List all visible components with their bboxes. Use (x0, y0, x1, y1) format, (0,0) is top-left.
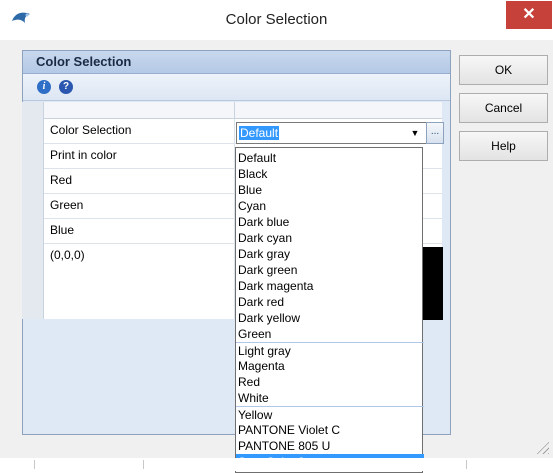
dropdown-option[interactable]: White (236, 390, 424, 406)
dropdown-option[interactable]: Black (236, 166, 424, 182)
cancel-button[interactable]: Cancel (459, 93, 548, 123)
title-bar: Color Selection ✕ (0, 0, 553, 40)
dropdown-option[interactable]: Dark magenta (236, 278, 424, 294)
dropdown-option[interactable]: PANTONE Violet C (236, 422, 424, 438)
window-title: Color Selection (225, 11, 328, 28)
property-name: Print in color (50, 148, 117, 162)
panel-header: Color Selection (23, 51, 450, 74)
property-name: Blue (50, 223, 75, 237)
dropdown-option[interactable]: Cyan (236, 198, 424, 214)
dropdown-option[interactable]: Dark gray (236, 246, 424, 262)
property-name: (0,0,0) (50, 248, 85, 262)
dropdown-option[interactable]: PANTONE 805 U (236, 438, 424, 454)
panel-toolbar: i ? (23, 74, 450, 101)
chevron-down-icon[interactable]: ▼ (407, 125, 423, 141)
color-preview-swatch (421, 247, 443, 320)
color-selection-combo[interactable]: Default ▼ (236, 122, 428, 144)
dropdown-option[interactable]: Default (236, 150, 424, 166)
combo-value: Default (239, 126, 280, 140)
dropdown-option[interactable]: Red (236, 374, 424, 390)
help-button[interactable]: Help (459, 131, 548, 161)
help-icon[interactable]: ? (59, 80, 73, 94)
grid-margin (22, 102, 44, 319)
dropdown-option[interactable]: Dark green (236, 262, 424, 278)
dropdown-option[interactable]: Dark cyan (236, 230, 424, 246)
dropdown-option[interactable]: Dark red (236, 294, 424, 310)
property-name: Color Selection (50, 123, 132, 137)
status-bar (0, 458, 553, 471)
dropdown-option[interactable]: Blue (236, 182, 424, 198)
panel-title: Color Selection (36, 54, 132, 69)
dropdown-option[interactable]: Magenta (236, 358, 424, 374)
dropdown-option[interactable]: Dark yellow (236, 310, 424, 326)
dropdown-option[interactable]: Light gray (236, 342, 424, 359)
dropdown-option[interactable]: Green (236, 326, 424, 342)
color-dropdown-list[interactable]: Default Black Blue Cyan Dark blue Dark c… (235, 147, 424, 473)
info-icon[interactable]: i (37, 80, 51, 94)
property-name: Green (50, 198, 84, 212)
ok-button[interactable]: OK (459, 55, 548, 85)
dropdown-option[interactable]: Dark blue (236, 214, 424, 230)
grid-header (44, 102, 442, 119)
dropdown-option[interactable]: Yellow (236, 406, 424, 423)
close-button[interactable]: ✕ (506, 1, 552, 29)
ellipsis-button[interactable]: ... (426, 122, 444, 144)
property-name: Red (50, 173, 73, 187)
